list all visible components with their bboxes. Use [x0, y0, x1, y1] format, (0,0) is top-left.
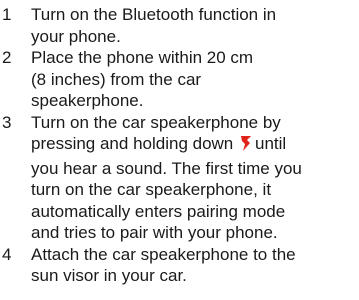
step-text-line: Attach the car speakerphone to the — [31, 244, 296, 264]
step-number: 1 — [2, 5, 12, 24]
step-4: 4 Attach the car speakerphone to the sun… — [0, 244, 359, 287]
step-text: Place the phone within 20 cm (8 inches) … — [23, 47, 253, 112]
step-text-line: Turn on the Bluetooth function in — [31, 5, 277, 24]
step-text-line: Place the phone within 20 cm — [31, 48, 254, 67]
step-text-line: you hear a sound. The first time you — [31, 158, 302, 178]
step-number: 2 — [2, 48, 12, 67]
step-text-line: (8 inches) from the car — [31, 69, 202, 89]
step-number: 3 — [2, 112, 12, 132]
step-text-line: sun visor in your car. — [31, 266, 187, 285]
step-2: 2 Place the phone within 20 cm (8 inches… — [0, 47, 359, 112]
step-text-line: turn on the car speakerphone, it — [31, 180, 272, 199]
step-text: Attach the car speakerphone to the sun v… — [23, 244, 296, 287]
step-number: 4 — [2, 244, 12, 264]
step-text: Turn on the Bluetooth function in your p… — [23, 4, 276, 47]
step-text: Turn on the car speakerphone by pressing… — [23, 112, 302, 244]
step-text-line: automatically enters pairing mode — [31, 201, 286, 221]
power-key-icon — [239, 134, 253, 158]
instruction-list: 1 Turn on the Bluetooth function in your… — [0, 4, 359, 287]
step-text-line-with-icon: pressing and holding down until — [31, 133, 302, 158]
step-3: 3 Turn on the car speakerphone by pressi… — [0, 112, 359, 244]
step-text-line: Turn on the car speakerphone by — [31, 112, 281, 132]
step-text-line: your phone. — [31, 26, 121, 46]
step-1: 1 Turn on the Bluetooth function in your… — [0, 4, 359, 47]
step-text-fragment: pressing and holding down — [31, 134, 234, 153]
step-text-line: and tries to pair with your phone. — [31, 223, 278, 242]
step-text-line: speakerphone. — [31, 91, 144, 110]
step-text-fragment: until — [255, 134, 287, 153]
